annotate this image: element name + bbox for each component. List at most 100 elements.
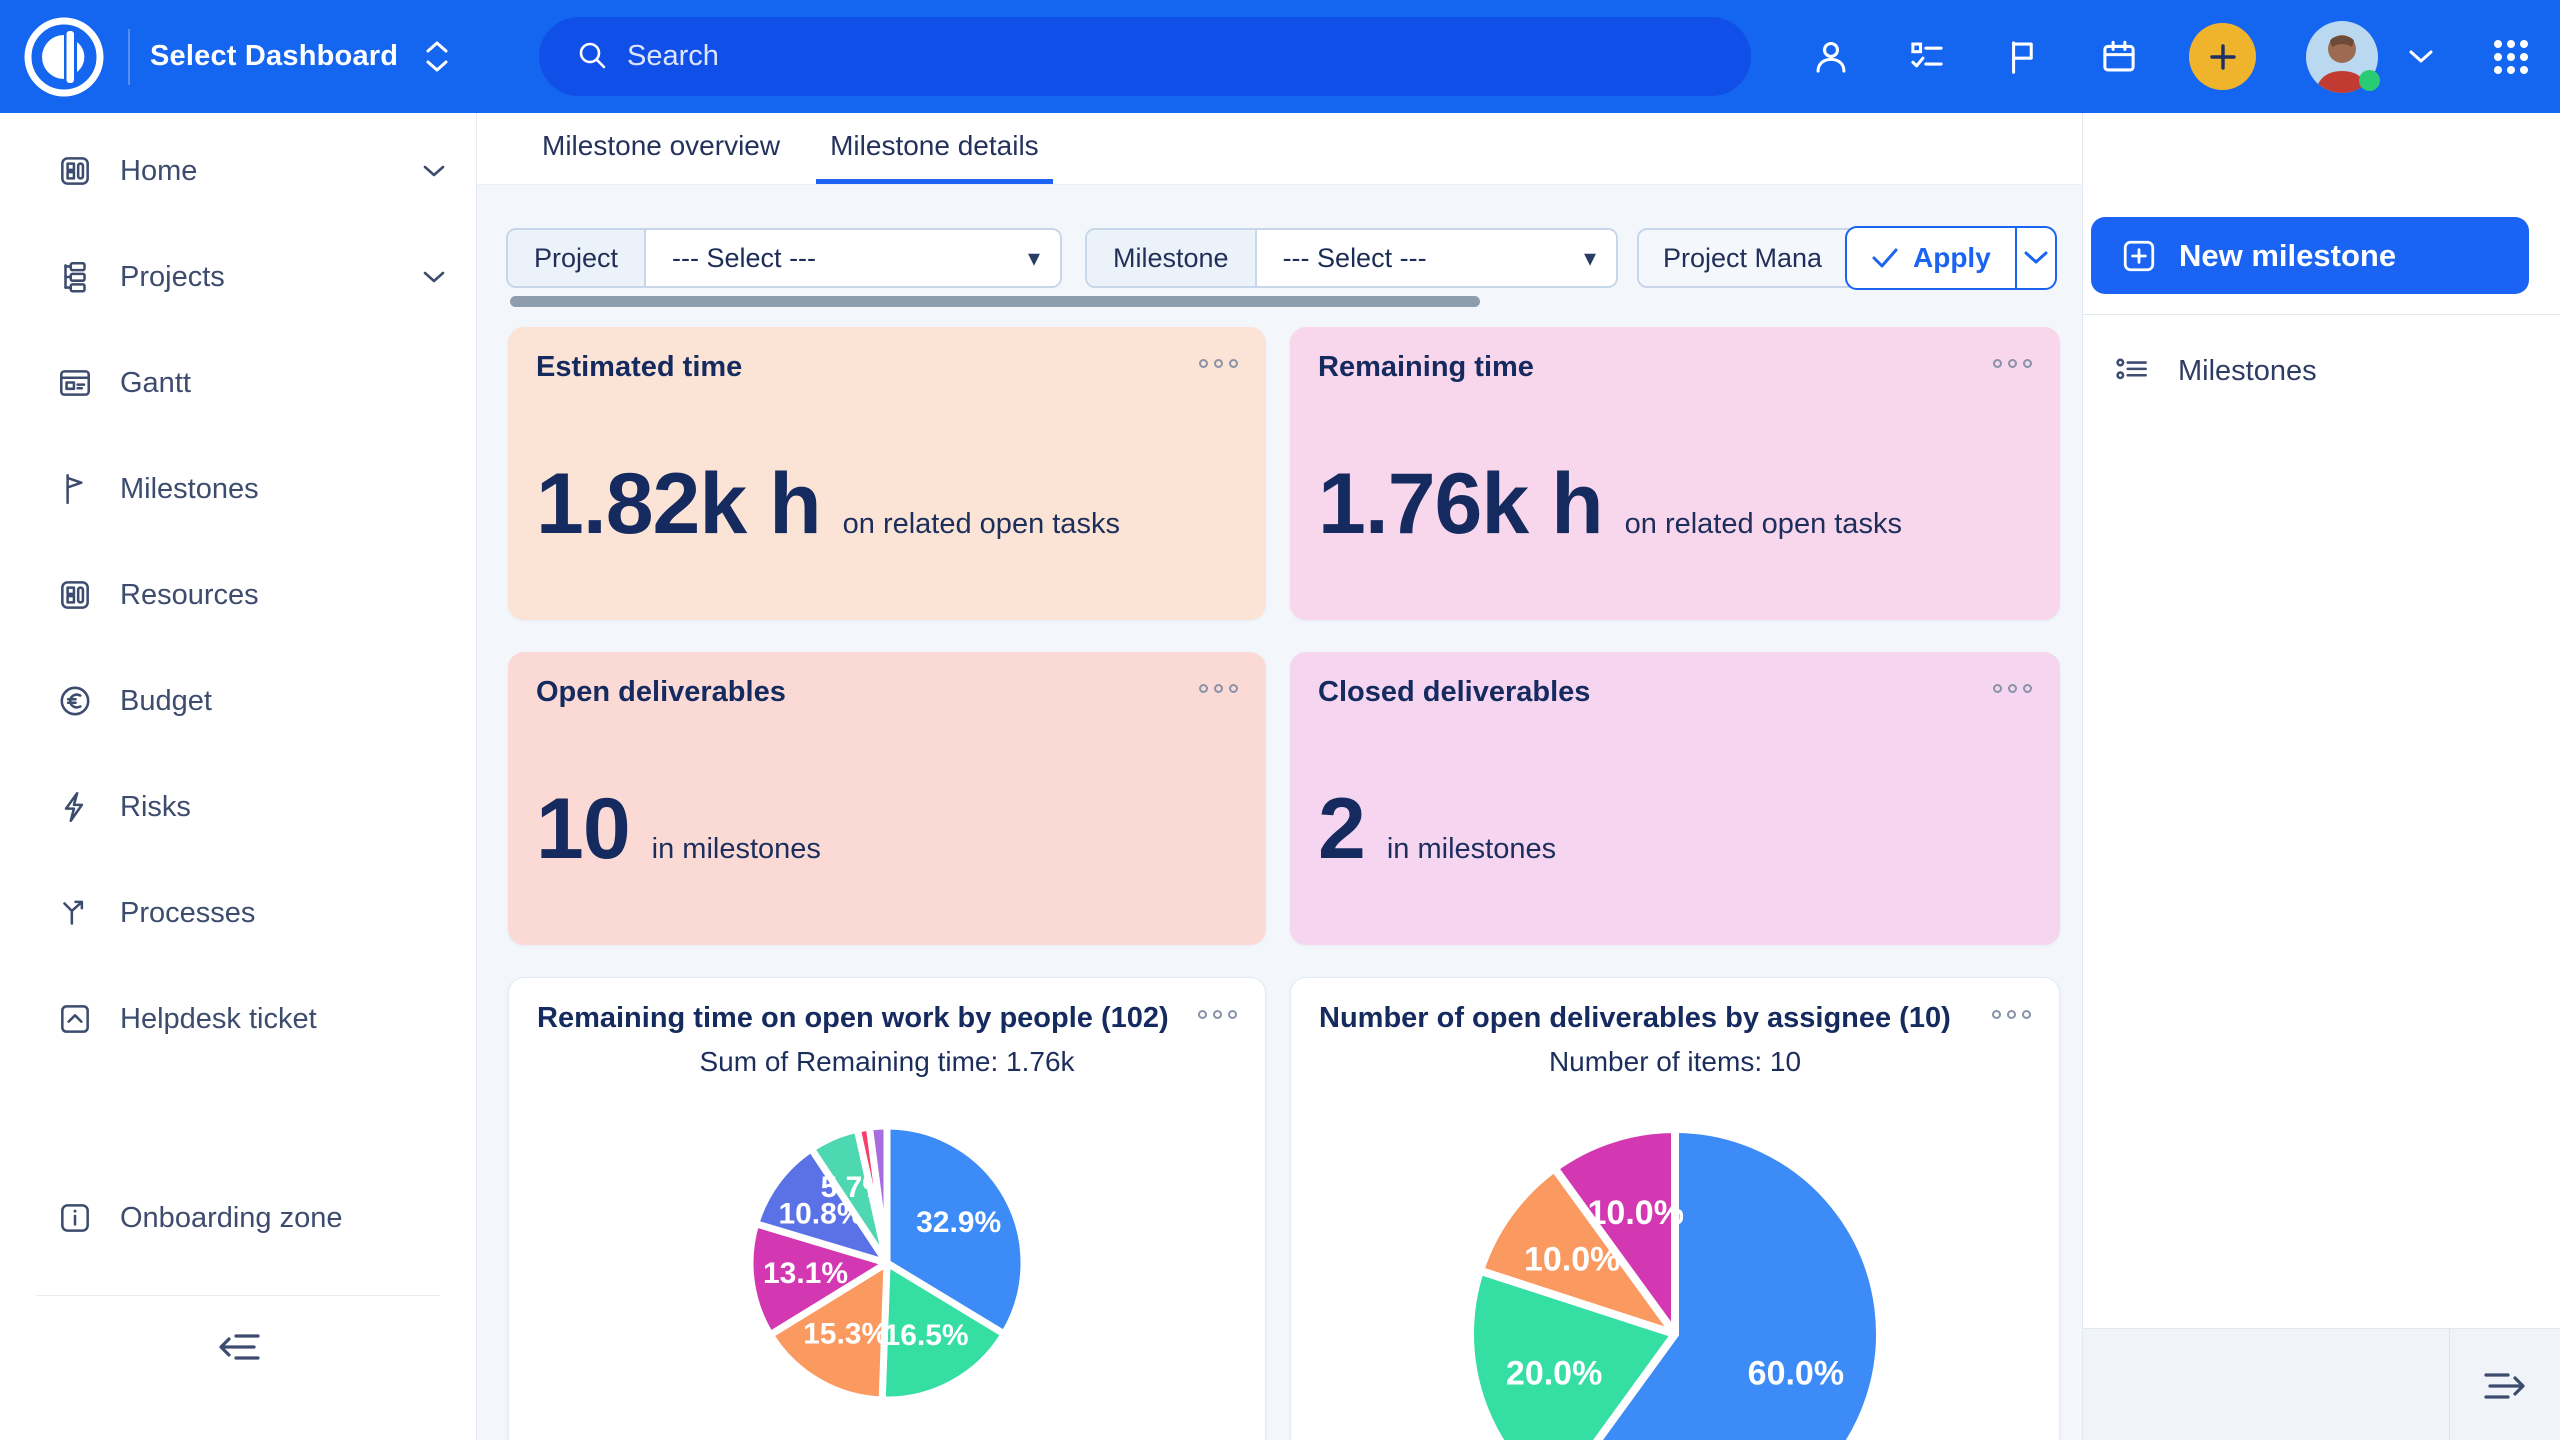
search-icon <box>575 39 611 75</box>
sidebar-divider <box>36 1295 440 1296</box>
pie-slice-label: 13.1% <box>763 1257 848 1290</box>
kpi-card-closed-deliverables: Closed deliverables 2 in milestones <box>1290 652 2060 945</box>
pie-slice-label: 32.9% <box>916 1206 1001 1239</box>
chart-card-open-deliverables-by-assignee: Number of open deliverables by assignee … <box>1290 977 2060 1440</box>
collapse-sidebar-button[interactable] <box>0 1326 476 1368</box>
sidebar-item-label: Milestones <box>120 473 259 506</box>
expand-arrow-icon <box>2478 1365 2534 1407</box>
dashboard-icon <box>56 152 94 190</box>
task-list-icon[interactable] <box>1907 37 1947 77</box>
sidebar-item-label: Home <box>120 155 197 188</box>
filter-project[interactable]: Project --- Select --- ▾ <box>506 228 1062 288</box>
filter-project-manager-label: Project Mana <box>1663 243 1822 274</box>
branch-icon <box>56 894 94 932</box>
sidebar-item-gantt[interactable]: Gantt <box>0 348 476 418</box>
sidebar-item-budget[interactable]: Budget <box>0 666 476 736</box>
card-menu-button[interactable] <box>1992 1010 2031 1019</box>
create-plus-button[interactable] <box>2189 23 2256 90</box>
collapse-arrow-icon <box>210 1326 266 1368</box>
right-panel: New milestone Milestones <box>2082 113 2560 1440</box>
sidebar-item-projects[interactable]: Projects <box>0 242 476 312</box>
sidebar: Home Projects Gantt Milestones Resources… <box>0 113 477 1440</box>
kpi-title: Estimated time <box>536 351 742 384</box>
pie-slice-label: 16.5% <box>884 1319 969 1352</box>
tab-milestone-overview[interactable]: Milestone overview <box>528 113 794 184</box>
card-menu-button[interactable] <box>1993 359 2032 368</box>
sidebar-item-risks[interactable]: Risks <box>0 772 476 842</box>
apply-dropdown-button[interactable] <box>2015 228 2055 288</box>
filterbar-horizontal-scrollbar[interactable] <box>510 296 1480 307</box>
pie-chart-remaining-time: 32.9%16.5%15.3%13.1%10.8%5.7% <box>741 1117 1033 1409</box>
card-menu-button[interactable] <box>1199 359 1238 368</box>
plus-icon <box>2206 40 2240 74</box>
calendar-icon[interactable] <box>2099 37 2139 77</box>
sidebar-item-label: Risks <box>120 791 191 824</box>
kpi-caption: on related open tasks <box>843 508 1120 541</box>
footer-divider <box>2449 1329 2450 1440</box>
milestone-flag-icon <box>56 470 94 508</box>
filter-project-select[interactable]: --- Select --- ▾ <box>646 230 1060 286</box>
filter-project-manager[interactable]: Project Mana <box>1637 228 1863 288</box>
list-icon <box>2114 353 2152 389</box>
panel-footer <box>2083 1328 2560 1440</box>
kpi-card-remaining-time: Remaining time 1.76k h on related open t… <box>1290 327 2060 620</box>
flag-icon[interactable] <box>2003 37 2043 77</box>
kpi-title: Open deliverables <box>536 676 786 709</box>
apps-grid-icon[interactable] <box>2490 36 2532 78</box>
sidebar-item-processes[interactable]: Processes <box>0 878 476 948</box>
assignee-icon[interactable] <box>1811 37 1851 77</box>
new-milestone-button[interactable]: New milestone <box>2091 217 2529 294</box>
sidebar-item-label: Budget <box>120 685 212 718</box>
chevron-down-icon[interactable] <box>422 270 446 285</box>
app-screen: Select Dashboard <box>0 0 2560 1440</box>
chevron-down-icon[interactable] <box>422 164 446 179</box>
chart-subtitle: Number of items: 10 <box>1291 1046 2059 1078</box>
filter-milestone-select[interactable]: --- Select --- ▾ <box>1257 230 1616 286</box>
main-content: Milestone overview Milestone details Pro… <box>477 113 2082 1440</box>
apply-button[interactable]: Apply <box>1847 228 2015 288</box>
apply-button-group: Apply <box>1845 226 2057 290</box>
sidebar-item-helpdesk-ticket[interactable]: Helpdesk ticket <box>0 984 476 1054</box>
pie-slice-label: 10.0% <box>1524 1240 1620 1278</box>
topbar: Select Dashboard <box>0 0 2560 113</box>
filter-milestone[interactable]: Milestone --- Select --- ▾ <box>1085 228 1618 288</box>
sidebar-item-milestones[interactable]: Milestones <box>0 454 476 524</box>
panel-divider <box>2083 314 2560 315</box>
pie-chart-open-deliverables: 60.0%20.0%10.0%10.0% <box>1461 1120 1889 1440</box>
sidebar-item-label: Projects <box>120 261 225 294</box>
global-search <box>539 17 1751 96</box>
filter-project-label: Project <box>508 230 646 286</box>
kpi-card-estimated-time: Estimated time 1.82k h on related open t… <box>508 327 1266 620</box>
sidebar-item-onboarding-zone[interactable]: Onboarding zone <box>0 1183 476 1253</box>
sidebar-item-home[interactable]: Home <box>0 136 476 206</box>
sidebar-item-resources[interactable]: Resources <box>0 560 476 630</box>
ticket-up-icon <box>56 1000 94 1038</box>
panel-item-milestones[interactable]: Milestones <box>2114 343 2317 399</box>
projects-tree-icon <box>56 258 94 296</box>
card-menu-button[interactable] <box>1198 1010 1237 1019</box>
pie-slice-label: 15.3% <box>803 1318 888 1351</box>
apply-label: Apply <box>1913 242 1991 274</box>
sort-chevrons-icon <box>424 40 450 73</box>
kpi-value: 2 <box>1318 780 1365 879</box>
search-input[interactable] <box>627 40 1627 73</box>
sidebar-item-label: Onboarding zone <box>120 1202 343 1235</box>
tab-milestone-details[interactable]: Milestone details <box>816 113 1053 184</box>
filter-project-value: --- Select --- <box>672 243 816 274</box>
expand-panel-button[interactable] <box>2478 1365 2534 1407</box>
user-avatar[interactable] <box>2306 21 2378 93</box>
dashboard-selector[interactable]: Select Dashboard <box>150 40 450 73</box>
card-menu-button[interactable] <box>1199 684 1238 693</box>
chart-title: Number of open deliverables by assignee … <box>1319 1002 1951 1035</box>
new-milestone-label: New milestone <box>2179 238 2396 274</box>
dashboard-selector-label: Select Dashboard <box>150 40 398 73</box>
kpi-card-open-deliverables: Open deliverables 10 in milestones <box>508 652 1266 945</box>
app-logo[interactable] <box>0 13 128 101</box>
kpi-value: 1.76k h <box>1318 455 1603 554</box>
euro-circle-icon <box>56 682 94 720</box>
chevron-down-icon[interactable] <box>2408 49 2434 65</box>
kpi-title: Closed deliverables <box>1318 676 1590 709</box>
pie-slice-label: 20.0% <box>1506 1354 1602 1392</box>
card-menu-button[interactable] <box>1993 684 2032 693</box>
gantt-icon <box>56 364 94 402</box>
